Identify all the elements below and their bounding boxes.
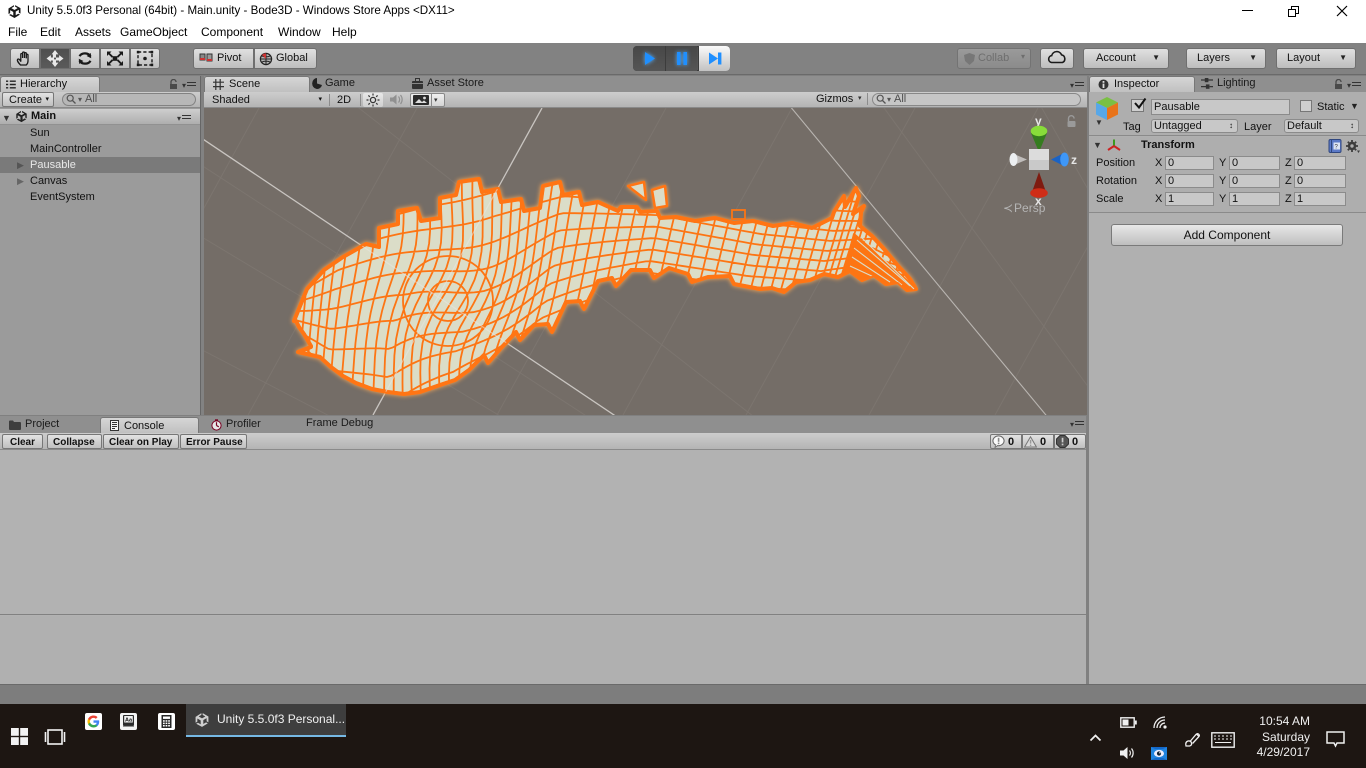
svg-text:z: z — [1071, 153, 1077, 167]
svg-text:Aa: Aa — [125, 718, 133, 724]
